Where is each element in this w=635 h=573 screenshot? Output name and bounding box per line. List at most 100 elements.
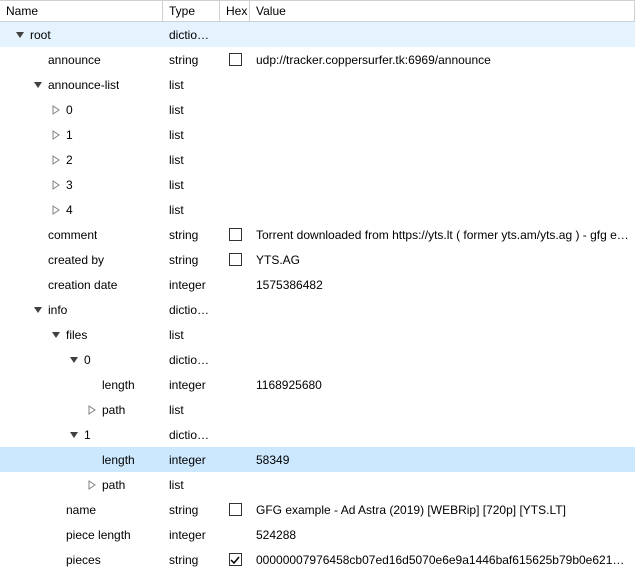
hex-checkbox[interactable]: [229, 553, 242, 566]
collapse-icon[interactable]: [12, 27, 28, 43]
expand-icon[interactable]: [84, 477, 100, 493]
property-type: dictionary: [163, 353, 220, 367]
property-tree-table: Name Type Hex Value rootdictionaryannoun…: [0, 0, 635, 572]
property-name: pieces: [66, 553, 101, 567]
tree-row[interactable]: 1list: [0, 122, 635, 147]
collapse-icon[interactable]: [66, 427, 82, 443]
expand-spacer: [84, 377, 100, 393]
hex-checkbox[interactable]: [229, 53, 242, 66]
property-type: dictionary: [163, 28, 220, 42]
property-name: 4: [66, 203, 73, 217]
expand-spacer: [48, 527, 64, 543]
property-name: length: [102, 378, 135, 392]
hex-cell: [220, 553, 250, 566]
property-type: dictionary: [163, 303, 220, 317]
property-value: 524288: [250, 528, 635, 542]
property-value: 1575386482: [250, 278, 635, 292]
tree-row[interactable]: 0 dictionary: [0, 347, 635, 372]
name-cell: length: [0, 452, 163, 468]
column-header-type[interactable]: Type: [163, 1, 220, 21]
collapse-icon[interactable]: [30, 77, 46, 93]
expand-icon[interactable]: [48, 177, 64, 193]
name-cell: name: [0, 502, 163, 518]
property-value: 00000007976458cb07ed16d5070e6e9a1446baf6…: [250, 553, 635, 567]
column-header-name[interactable]: Name: [0, 1, 163, 21]
tree-row[interactable]: announce-listlist: [0, 72, 635, 97]
tree-row[interactable]: creation date integer 1575386482: [0, 272, 635, 297]
property-name: path: [102, 403, 125, 417]
name-cell: 2: [0, 152, 163, 168]
expand-spacer: [48, 552, 64, 568]
column-header-hex[interactable]: Hex: [220, 1, 250, 21]
property-value: YTS.AG: [250, 253, 635, 267]
name-cell: info: [0, 302, 163, 318]
property-type: dictionary: [163, 428, 220, 442]
tree-row[interactable]: 2list: [0, 147, 635, 172]
property-name: comment: [48, 228, 97, 242]
tree-row[interactable]: announcestringudp://tracker.coppersurfer…: [0, 47, 635, 72]
name-cell: announce-list: [0, 77, 163, 93]
collapse-icon[interactable]: [66, 352, 82, 368]
tree-row[interactable]: pathlist: [0, 472, 635, 497]
property-name: 2: [66, 153, 73, 167]
property-type: list: [163, 178, 220, 192]
name-cell: creation date: [0, 277, 163, 293]
collapse-icon[interactable]: [30, 302, 46, 318]
name-cell: 0: [0, 352, 163, 368]
expand-spacer: [30, 277, 46, 293]
name-cell: pieces: [0, 552, 163, 568]
property-type: list: [163, 328, 220, 342]
expand-icon[interactable]: [48, 102, 64, 118]
name-cell: path: [0, 477, 163, 493]
tree-row[interactable]: piece lengthinteger524288: [0, 522, 635, 547]
tree-row[interactable]: 1 dictionary: [0, 422, 635, 447]
tree-row[interactable]: commentstringTorrent downloaded from htt…: [0, 222, 635, 247]
tree-row[interactable]: 3list: [0, 172, 635, 197]
property-type: integer: [163, 278, 220, 292]
tree-row[interactable]: 4list: [0, 197, 635, 222]
expand-spacer: [30, 227, 46, 243]
hex-checkbox[interactable]: [229, 228, 242, 241]
hex-checkbox[interactable]: [229, 253, 242, 266]
name-cell: comment: [0, 227, 163, 243]
tree-row[interactable]: created bystring YTS.AG: [0, 247, 635, 272]
expand-icon[interactable]: [48, 127, 64, 143]
expand-spacer: [84, 452, 100, 468]
tree-row[interactable]: infodictionary: [0, 297, 635, 322]
hex-cell: [220, 228, 250, 241]
tree-row[interactable]: 0list: [0, 97, 635, 122]
tree-row[interactable]: path list: [0, 397, 635, 422]
hex-checkbox[interactable]: [229, 503, 242, 516]
property-type: string: [163, 553, 220, 567]
property-name: 0: [66, 103, 73, 117]
tree-row[interactable]: pieces string 00000007976458cb07ed16d5070e…: [0, 547, 635, 572]
tree-row[interactable]: fileslist: [0, 322, 635, 347]
tree-row[interactable]: namestringGFG example - Ad Astra (2019) …: [0, 497, 635, 522]
expand-spacer: [48, 502, 64, 518]
expand-icon[interactable]: [48, 202, 64, 218]
property-name: 0: [84, 353, 91, 367]
expand-icon[interactable]: [84, 402, 100, 418]
hex-cell: [220, 253, 250, 266]
name-cell: created by: [0, 252, 163, 268]
property-name: creation date: [48, 278, 117, 292]
property-value: 1168925680: [250, 378, 635, 392]
hex-cell: [220, 503, 250, 516]
expand-icon[interactable]: [48, 152, 64, 168]
tree-row[interactable]: lengthinteger1168925680: [0, 372, 635, 397]
expand-spacer: [30, 252, 46, 268]
column-header-value[interactable]: Value: [250, 1, 635, 21]
property-type: string: [163, 253, 220, 267]
collapse-icon[interactable]: [48, 327, 64, 343]
name-cell: 3: [0, 177, 163, 193]
tree-row[interactable]: lengthinteger58349: [0, 447, 635, 472]
name-cell: 1: [0, 427, 163, 443]
property-name: 1: [84, 428, 91, 442]
property-value: GFG example - Ad Astra (2019) [WEBRip] […: [250, 503, 635, 517]
name-cell: root: [0, 27, 163, 43]
property-name: root: [30, 28, 51, 42]
tree-row[interactable]: root dictionary: [0, 22, 635, 47]
property-type: list: [163, 403, 220, 417]
property-value: Torrent downloaded from https://yts.lt (…: [250, 228, 635, 242]
name-cell: announce: [0, 52, 163, 68]
